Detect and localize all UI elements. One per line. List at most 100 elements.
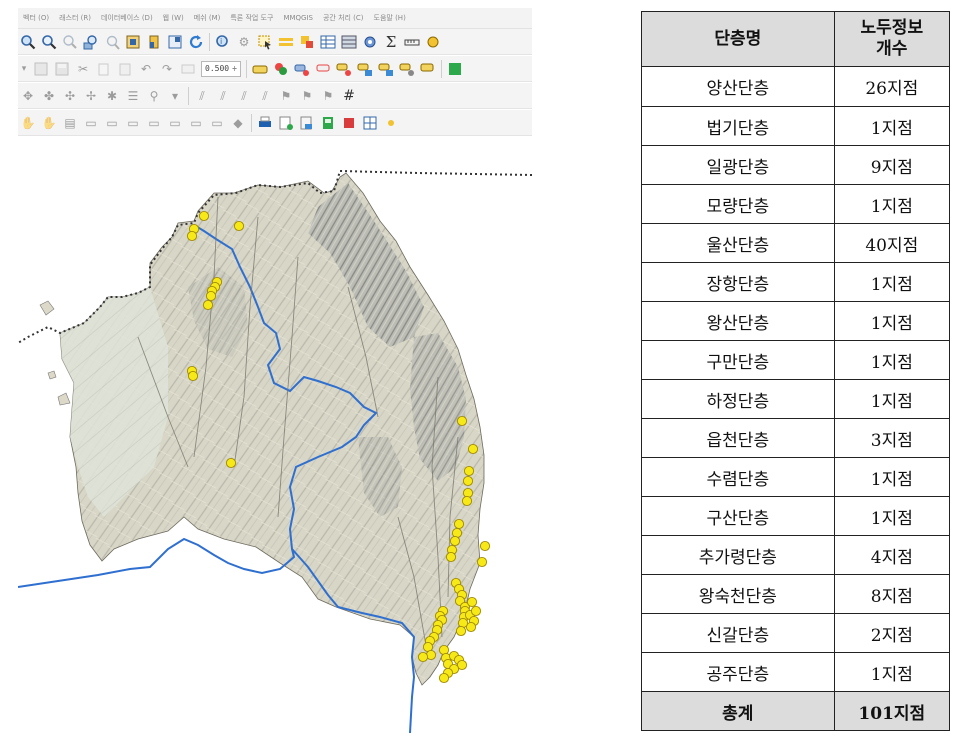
measure-icon[interactable] — [404, 34, 420, 50]
offset-curve-icon[interactable]: ▾ — [167, 88, 183, 104]
scale-spinbox[interactable]: 0.500 ÷ — [201, 60, 241, 77]
outcrop-point-marker[interactable] — [455, 625, 467, 637]
menu-database[interactable]: 데이터베이스 (D) — [96, 13, 158, 23]
cut-icon[interactable]: ✂ — [75, 61, 91, 77]
annotation-svg-icon[interactable]: ▭ — [167, 115, 183, 131]
map-tips-icon[interactable] — [425, 34, 441, 50]
grid-icon[interactable]: # — [341, 88, 357, 104]
zoom-next-icon[interactable] — [167, 34, 183, 50]
annotation-marker-icon[interactable]: ▭ — [188, 115, 204, 131]
zoom-to-selection-icon[interactable] — [104, 34, 120, 50]
outcrop-point-marker[interactable] — [461, 495, 473, 507]
outcrop-point-marker[interactable] — [466, 596, 478, 608]
offset-point-icon[interactable]: ⚑ — [278, 88, 294, 104]
menu-web[interactable]: 웹 (W) — [158, 13, 189, 23]
menu-mesh[interactable]: 메쉬 (M) — [189, 13, 226, 23]
outcrop-point-marker[interactable] — [449, 535, 461, 547]
zoom-last-icon[interactable] — [146, 34, 162, 50]
edit-pencil-icon[interactable] — [33, 61, 49, 77]
annotation-icon[interactable]: ▭ — [83, 115, 99, 131]
select-by-location-icon[interactable] — [299, 34, 315, 50]
outcrop-point-marker[interactable] — [186, 230, 198, 242]
add-vector-icon[interactable] — [299, 115, 315, 131]
zoom-rubber-icon[interactable] — [62, 34, 78, 50]
zoom-out-icon[interactable] — [41, 34, 57, 50]
outcrop-point-marker[interactable] — [453, 518, 465, 530]
outcrop-point-marker[interactable] — [417, 651, 429, 663]
attribute-table-icon[interactable] — [320, 34, 336, 50]
label-move-icon[interactable] — [336, 61, 352, 77]
redo-icon[interactable]: ↷ — [159, 61, 175, 77]
outcrop-point-marker[interactable] — [198, 210, 210, 222]
menu-raster[interactable]: 래스터 (R) — [54, 13, 96, 23]
sum-icon[interactable]: Σ — [383, 34, 399, 50]
label-pin-all-icon[interactable] — [399, 61, 415, 77]
zoom-to-layer-icon[interactable] — [83, 34, 99, 50]
text-format-icon[interactable] — [180, 61, 196, 77]
zoom-in-icon[interactable] — [20, 34, 36, 50]
split-icon[interactable]: ⫽ — [194, 88, 210, 104]
style-icon[interactable] — [273, 61, 289, 77]
annotation-geom-icon[interactable]: ▭ — [209, 115, 225, 131]
outcrop-point-marker[interactable] — [476, 556, 488, 568]
menu-mmqgis[interactable]: MMQGIS — [278, 14, 318, 22]
rotate-symbol-icon[interactable]: ⫽ — [257, 88, 273, 104]
menu-processing[interactable]: 공간 처리 (C) — [318, 13, 369, 23]
add-raster-icon[interactable] — [320, 115, 336, 131]
move-feature-icon[interactable]: ✥ — [20, 88, 36, 104]
label-change-icon[interactable] — [378, 61, 394, 77]
merge-attributes-icon[interactable]: ⫽ — [236, 88, 252, 104]
menu-tools[interactable]: 특론 작업 도구 — [225, 13, 278, 23]
outcrop-point-marker[interactable] — [470, 605, 482, 617]
label-rotate-icon[interactable] — [357, 61, 373, 77]
add-wms-icon[interactable] — [383, 115, 399, 131]
copy-icon[interactable] — [96, 61, 112, 77]
reverse-line-icon[interactable]: ⚑ — [299, 88, 315, 104]
settings-icon[interactable]: ⚙ — [236, 34, 252, 50]
outcrop-point-marker[interactable] — [187, 370, 199, 382]
reshape-icon[interactable]: ⚲ — [146, 88, 162, 104]
trim-extend-icon[interactable]: ⚑ — [320, 88, 336, 104]
layer-manage-icon[interactable]: ▤ — [62, 115, 78, 131]
outcrop-point-marker[interactable] — [462, 475, 474, 487]
outcrop-point-marker[interactable] — [205, 290, 217, 302]
delete-ring-icon[interactable]: ☰ — [125, 88, 141, 104]
pan-icon[interactable]: ✋ — [20, 115, 36, 131]
outcrop-point-marker[interactable] — [456, 415, 468, 427]
merge-icon[interactable]: ⫽ — [215, 88, 231, 104]
map-canvas[interactable] — [18, 137, 532, 733]
map-view[interactable] — [18, 137, 532, 733]
annotation-poly-icon[interactable]: ◆ — [230, 115, 246, 131]
label-show-icon[interactable] — [420, 61, 436, 77]
identify-icon[interactable]: i — [215, 34, 231, 50]
refresh-icon[interactable] — [188, 34, 204, 50]
add-csv-icon[interactable] — [341, 115, 357, 131]
chevron-down-icon[interactable]: ▾ — [20, 61, 28, 77]
save-edits-icon[interactable] — [54, 61, 70, 77]
field-calculator-icon[interactable] — [341, 34, 357, 50]
outcrop-point-marker[interactable] — [479, 540, 491, 552]
select-icon[interactable] — [257, 34, 273, 50]
paste-icon[interactable] — [117, 61, 133, 77]
outcrop-point-marker[interactable] — [463, 465, 475, 477]
add-ring-icon[interactable]: ✱ — [104, 88, 120, 104]
label-pin-icon[interactable] — [315, 61, 331, 77]
plugin-green-icon[interactable] — [447, 61, 463, 77]
add-grid-icon[interactable] — [362, 115, 378, 131]
rotate-feature-icon[interactable]: ✤ — [41, 88, 57, 104]
outcrop-point-marker[interactable] — [233, 220, 245, 232]
menu-help[interactable]: 도움말 (H) — [369, 13, 411, 23]
outcrop-point-marker[interactable] — [467, 443, 479, 455]
map-grab-icon[interactable]: ✋ — [41, 115, 57, 131]
scale-feature-icon[interactable]: ✣ — [62, 88, 78, 104]
outcrop-point-marker[interactable] — [225, 457, 237, 469]
outcrop-point-marker[interactable] — [438, 672, 450, 684]
simplify-icon[interactable]: ✢ — [83, 88, 99, 104]
outcrop-point-marker[interactable] — [202, 299, 214, 311]
label-tag-icon[interactable] — [294, 61, 310, 77]
annotation-html-icon[interactable]: ▭ — [146, 115, 162, 131]
zoom-full-icon[interactable] — [125, 34, 141, 50]
processing-icon[interactable] — [362, 34, 378, 50]
label-abc-icon[interactable] — [252, 61, 268, 77]
outcrop-point-marker[interactable] — [445, 551, 457, 563]
